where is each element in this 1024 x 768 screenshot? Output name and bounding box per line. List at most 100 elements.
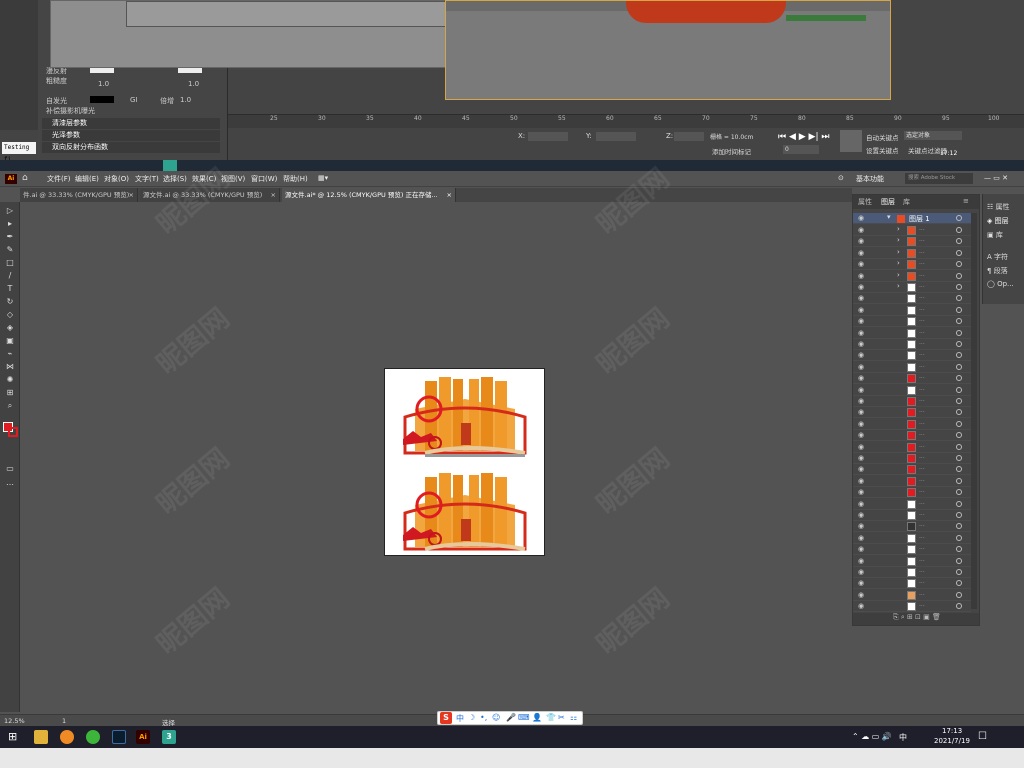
sublayer-name[interactable]: ... <box>919 567 925 574</box>
sublayer-name[interactable]: ... <box>919 328 925 335</box>
sublayer-row[interactable]: ◉... <box>853 567 971 578</box>
sublayer-name[interactable]: ... <box>919 305 925 312</box>
sublayer-name[interactable]: ... <box>919 339 925 346</box>
frame-field[interactable]: 0 <box>783 145 819 154</box>
sublayer-row[interactable]: ◉... <box>853 499 971 510</box>
visibility-eye-icon[interactable]: ◉ <box>858 511 864 519</box>
target-icon[interactable] <box>956 284 962 290</box>
ime-lang-icon[interactable]: 中 <box>456 713 464 724</box>
target-icon[interactable] <box>956 398 962 404</box>
target-icon[interactable] <box>956 420 962 427</box>
dock-layers[interactable]: ◈ 图层 <box>987 216 1009 226</box>
stock-search-input[interactable]: 搜索 Adobe Stock <box>905 173 973 184</box>
sublayer-row[interactable]: ◉... › <box>853 271 971 282</box>
visibility-eye-icon[interactable]: ◉ <box>858 226 864 234</box>
target-icon[interactable] <box>956 546 962 553</box>
sublayer-row[interactable]: ◉... › <box>853 225 971 236</box>
dock-opentype[interactable]: ◯ Op... <box>987 280 1014 288</box>
sublayer-row[interactable]: ◉... <box>853 487 971 499</box>
sublayer-row[interactable]: ◉... <box>853 521 971 533</box>
sublayer-row[interactable]: ◉... <box>853 453 971 464</box>
sublayer-row[interactable]: ◉... <box>853 442 971 453</box>
visibility-eye-icon[interactable]: ◉ <box>858 454 864 462</box>
layer-name[interactable]: 图层 1 <box>909 214 930 224</box>
visibility-eye-icon[interactable]: ◉ <box>858 488 864 496</box>
sublayer-row[interactable]: ◉... <box>853 430 971 442</box>
sublayer-name[interactable]: ... <box>919 521 925 528</box>
target-icon[interactable] <box>956 523 962 530</box>
sublayer-row[interactable]: ◉... <box>853 578 971 590</box>
sublayer-name[interactable]: ... <box>919 385 925 392</box>
shape-builder-icon[interactable]: ◈ <box>4 323 16 333</box>
expand-chevron-icon[interactable]: › <box>897 271 900 279</box>
zoom-tool-icon[interactable]: ⌕ <box>4 401 16 411</box>
sublayer-row[interactable]: ◉... <box>853 350 971 362</box>
sublayer-name[interactable]: ... <box>919 556 925 563</box>
close-icon[interactable]: × <box>129 188 134 202</box>
stroke-color-swatch[interactable] <box>8 427 18 437</box>
perspective-viewport[interactable] <box>445 0 891 100</box>
browser-icon[interactable] <box>60 730 74 744</box>
sublayer-name[interactable]: ... <box>919 533 925 540</box>
tab-properties[interactable]: 属性 <box>858 197 872 207</box>
dock-paragraph[interactable]: ¶ 段落 <box>987 266 1008 276</box>
publish-icon[interactable]: ⊙ <box>838 174 844 182</box>
visibility-eye-icon[interactable]: ◉ <box>858 579 864 587</box>
gradient-tool-icon[interactable]: ▣ <box>4 336 16 346</box>
target-icon[interactable] <box>956 443 962 450</box>
target-icon[interactable] <box>956 489 962 496</box>
blend-tool-icon[interactable]: ⋈ <box>4 362 16 372</box>
sublayer-name[interactable]: ... <box>919 282 925 289</box>
target-icon[interactable] <box>956 500 962 507</box>
sublayer-name[interactable]: ... <box>919 510 925 517</box>
visibility-eye-icon[interactable]: ◉ <box>858 237 864 245</box>
notification-icon[interactable]: ☐ <box>978 731 987 742</box>
target-icon[interactable] <box>956 295 962 302</box>
sublayer-name[interactable]: ... <box>919 419 925 426</box>
expand-chevron-icon[interactable]: › <box>897 225 900 233</box>
sublayer-row[interactable]: ◉... <box>853 510 971 521</box>
close-icon[interactable]: × <box>447 188 452 202</box>
visibility-eye-icon[interactable]: ◉ <box>858 465 864 473</box>
sublayer-row[interactable]: ◉... <box>853 385 971 396</box>
visibility-eye-icon[interactable]: ◉ <box>858 500 864 508</box>
sublayer-row[interactable]: ◉... <box>853 293 971 305</box>
key-icon[interactable] <box>840 130 862 152</box>
dock-character[interactable]: A 字符 <box>987 252 1008 262</box>
compensate-exposure-checkbox[interactable]: 补偿摄影机曝光 <box>46 106 95 116</box>
sublayer-row[interactable]: ◉... <box>853 362 971 373</box>
target-icon[interactable] <box>956 477 962 484</box>
target-icon[interactable] <box>956 227 962 233</box>
sublayer-name[interactable]: ... <box>919 248 925 255</box>
sublayer-row[interactable]: ◉... <box>853 407 971 419</box>
dock-properties[interactable]: ☷ 属性 <box>987 202 1010 212</box>
menu-object[interactable]: 对象(O) <box>104 174 129 184</box>
sublayer-name[interactable]: ... <box>919 396 925 403</box>
sublayer-row[interactable]: ◉... › <box>853 248 971 259</box>
sublayer-row[interactable]: ◉... <box>853 328 971 339</box>
target-icon[interactable] <box>956 591 962 598</box>
mult-value[interactable]: 1.0 <box>180 96 191 104</box>
sublayer-name[interactable]: ... <box>919 476 925 483</box>
section-coat[interactable]: 清漆层参数 <box>42 118 220 129</box>
visibility-eye-icon[interactable]: ◉ <box>858 351 864 359</box>
target-icon[interactable] <box>956 352 962 359</box>
visibility-eye-icon[interactable]: ◉ <box>858 283 864 291</box>
sublayer-row[interactable]: ◉... <box>853 419 971 430</box>
play-controls-icon[interactable]: ⏮ ◀ ▶ ▶| ⏭ <box>778 132 829 142</box>
selected-object-select[interactable]: 选定对象 <box>904 131 962 140</box>
sublayer-row[interactable]: ◉... › <box>853 259 971 271</box>
add-time-tag[interactable]: 添加时间标记 <box>712 146 751 156</box>
material-value-2[interactable]: 1.0 <box>188 80 199 88</box>
target-icon[interactable] <box>956 329 962 336</box>
visibility-eye-icon[interactable]: ◉ <box>858 522 864 530</box>
file-explorer-icon[interactable] <box>34 730 48 744</box>
menu-edit[interactable]: 编辑(E) <box>75 174 99 184</box>
sublayer-row[interactable]: ◉... <box>853 464 971 476</box>
type-tool-icon[interactable]: T <box>4 284 16 294</box>
visibility-eye-icon[interactable]: ◉ <box>858 534 864 542</box>
artboard-number[interactable]: 1 <box>62 717 66 725</box>
section-sheen[interactable]: 光泽参数 <box>42 130 220 141</box>
clock-date[interactable]: 2021/7/19 <box>934 737 970 745</box>
ime-user-icon[interactable]: 👤 <box>532 713 542 722</box>
